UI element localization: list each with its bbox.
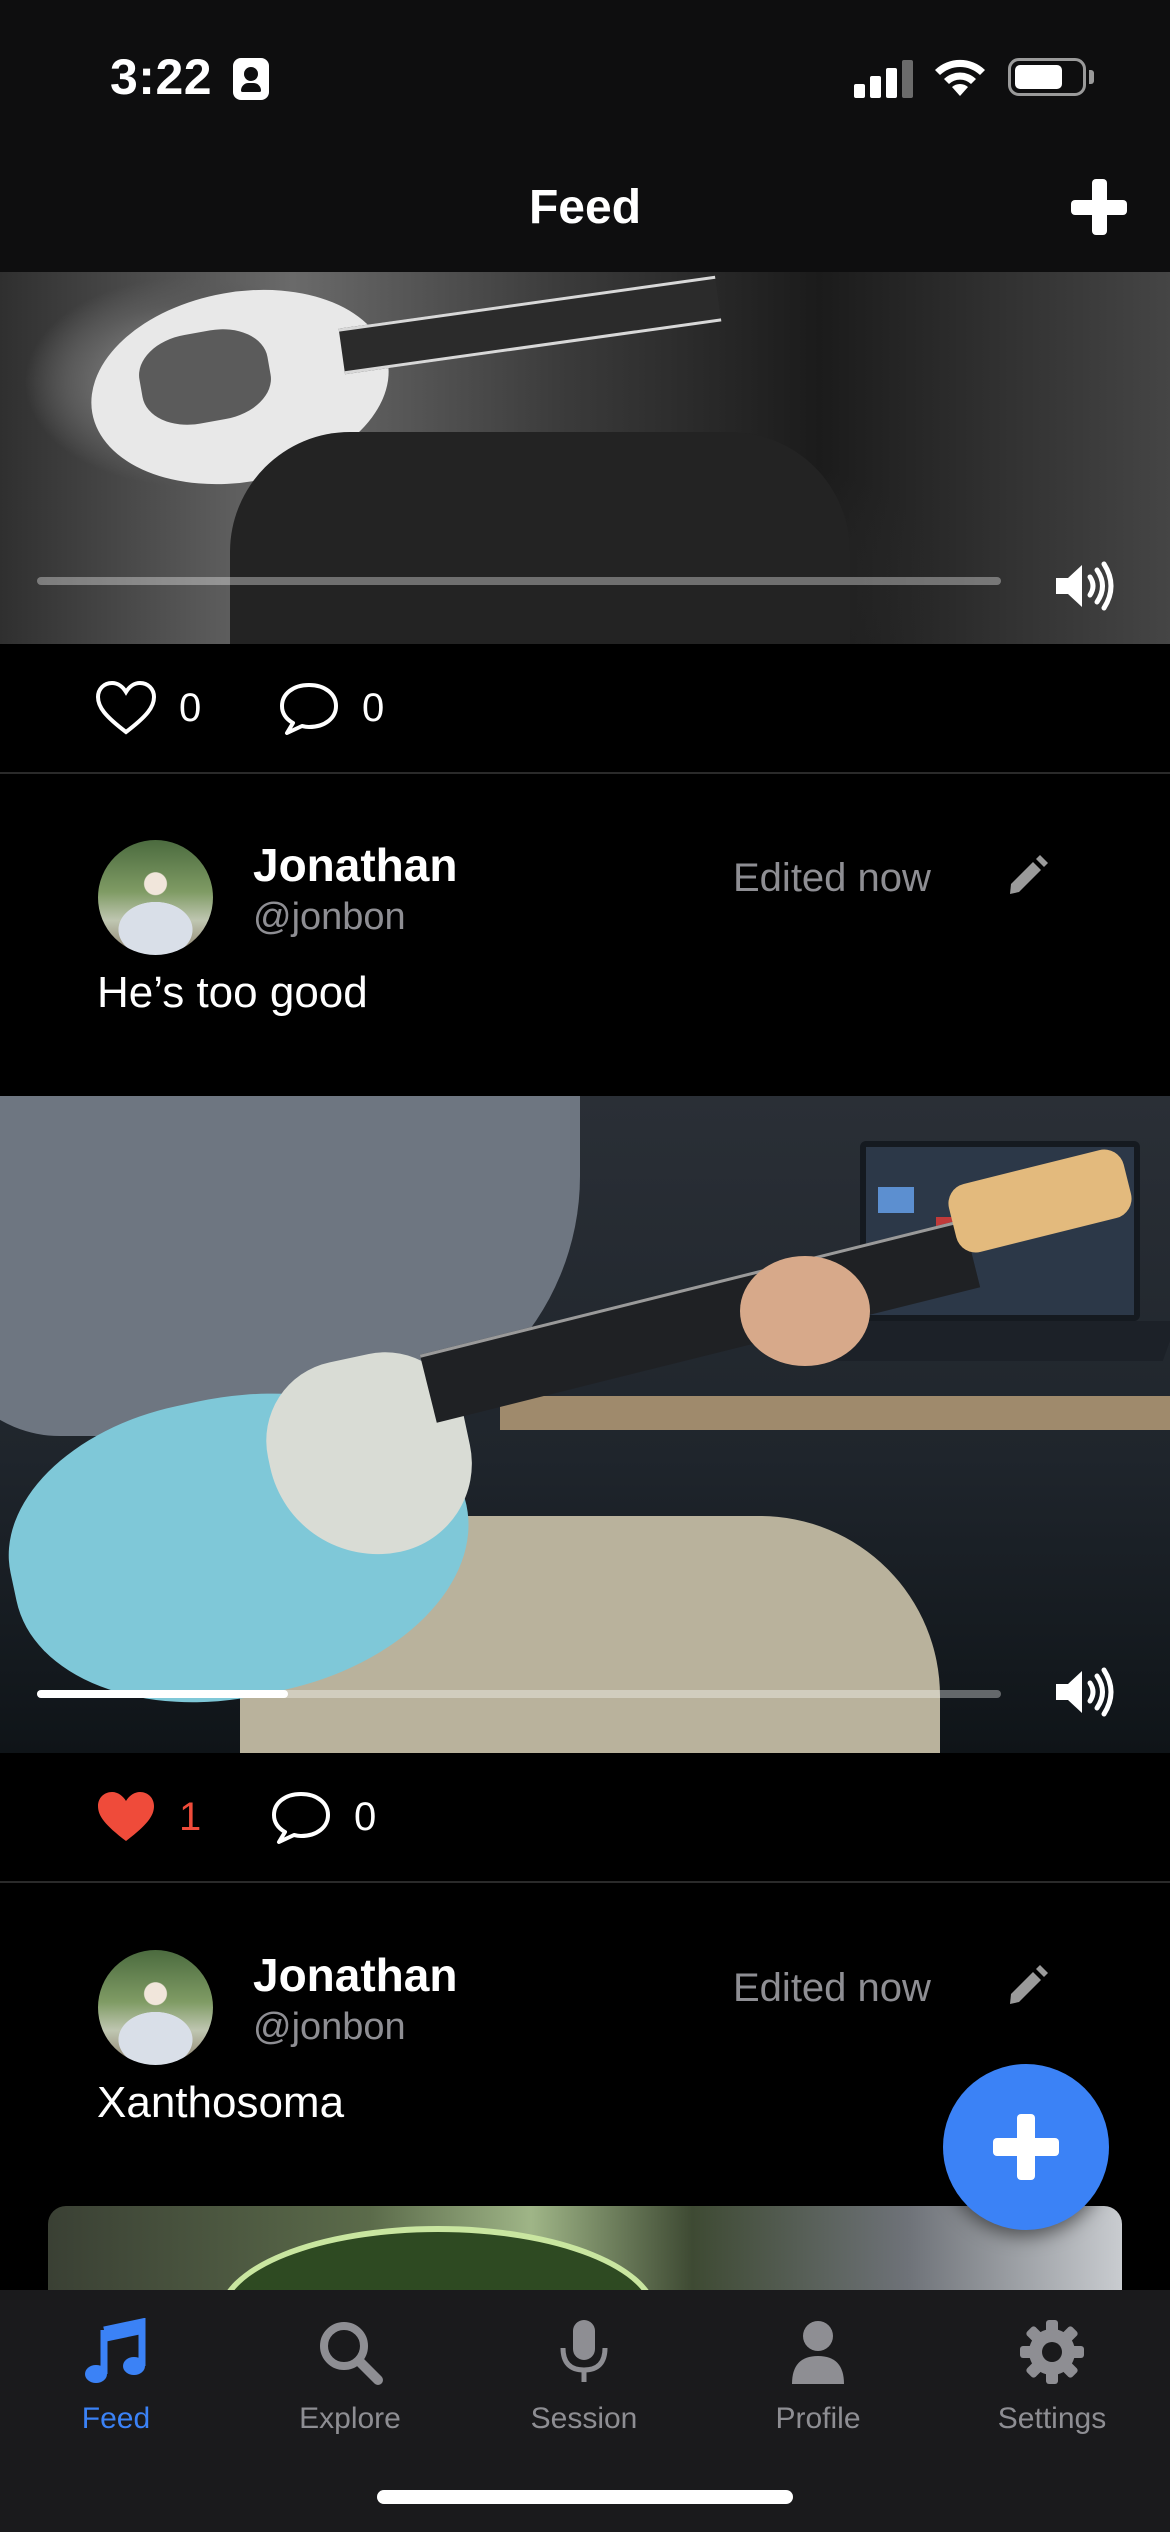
post-actions-2: 1 0 (0, 1753, 1170, 1883)
comment-button[interactable]: 0 (278, 680, 384, 736)
volume-icon[interactable] (1052, 560, 1116, 612)
volume-icon[interactable] (1052, 1666, 1116, 1718)
pencil-icon[interactable] (1005, 854, 1049, 898)
author-handle: @jonbon (253, 896, 406, 938)
tab-settings[interactable]: Settings (952, 2318, 1152, 2458)
avatar[interactable] (98, 840, 213, 955)
author-name[interactable]: Jonathan (253, 1948, 457, 2002)
post-video-2[interactable] (0, 1096, 1170, 1753)
tab-profile[interactable]: Profile (718, 2318, 918, 2458)
avatar[interactable] (98, 1950, 213, 2065)
tab-feed[interactable]: Feed (16, 2318, 216, 2458)
comment-count: 0 (354, 1794, 377, 1839)
post-text: Xanthosoma (97, 2078, 345, 2127)
heart-outline-icon (95, 680, 157, 735)
cellular-signal-icon (854, 58, 916, 98)
comment-bubble-icon (272, 1792, 330, 1844)
contact-card-icon (233, 58, 269, 100)
author-name[interactable]: Jonathan (253, 838, 457, 892)
music-note-icon (85, 2318, 146, 2383)
feed-screen: 3:22 Feed 0 0 Jonathan @jonbon Edited no… (0, 0, 1170, 2532)
heart-filled-icon (98, 1792, 154, 1841)
video-progress-bar[interactable] (37, 1690, 1001, 1698)
tab-explore[interactable]: Explore (250, 2318, 450, 2458)
comment-bubble-icon (280, 683, 338, 735)
like-count: 1 (179, 1794, 202, 1839)
pencil-icon[interactable] (1005, 1964, 1049, 2008)
like-button[interactable]: 1 (95, 1789, 201, 1845)
microphone-icon (560, 2320, 608, 2382)
home-indicator (377, 2490, 793, 2504)
edited-timestamp: Edited now (733, 1966, 931, 2010)
tab-label: Session (530, 2402, 638, 2435)
add-post-button[interactable] (1068, 176, 1130, 238)
video-progress-fill (37, 1690, 288, 1698)
post-video-1[interactable] (0, 272, 1170, 644)
page-title: Feed (528, 181, 642, 234)
person-icon (792, 2321, 844, 2384)
post-actions-1: 0 0 (0, 644, 1170, 774)
like-button[interactable]: 0 (95, 680, 201, 736)
post-header-2: Jonathan @jonbon Edited now He’s too goo… (0, 788, 1170, 1078)
like-count: 0 (179, 685, 202, 730)
tab-label: Explore (299, 2402, 401, 2435)
author-handle: @jonbon (253, 2006, 406, 2048)
tab-label: Profile (775, 2402, 861, 2435)
post-image-3[interactable] (48, 2206, 1122, 2296)
edited-timestamp: Edited now (733, 856, 931, 900)
battery-icon (1008, 58, 1086, 96)
tab-label: Settings (997, 2402, 1107, 2435)
post-text: He’s too good (97, 968, 368, 1017)
comment-button[interactable]: 0 (270, 1789, 376, 1845)
status-time: 3:22 (110, 49, 213, 105)
comment-count: 0 (362, 685, 385, 730)
wifi-icon (935, 59, 985, 96)
gear-icon (1020, 2320, 1084, 2384)
nav-header: Feed (0, 150, 1170, 272)
status-bar: 3:22 (0, 0, 1170, 150)
tab-label: Feed (81, 2402, 151, 2435)
tab-session[interactable]: Session (484, 2318, 684, 2458)
video-progress-bar[interactable] (37, 577, 1001, 585)
new-post-fab-button[interactable] (943, 2064, 1109, 2230)
search-icon (320, 2322, 383, 2385)
